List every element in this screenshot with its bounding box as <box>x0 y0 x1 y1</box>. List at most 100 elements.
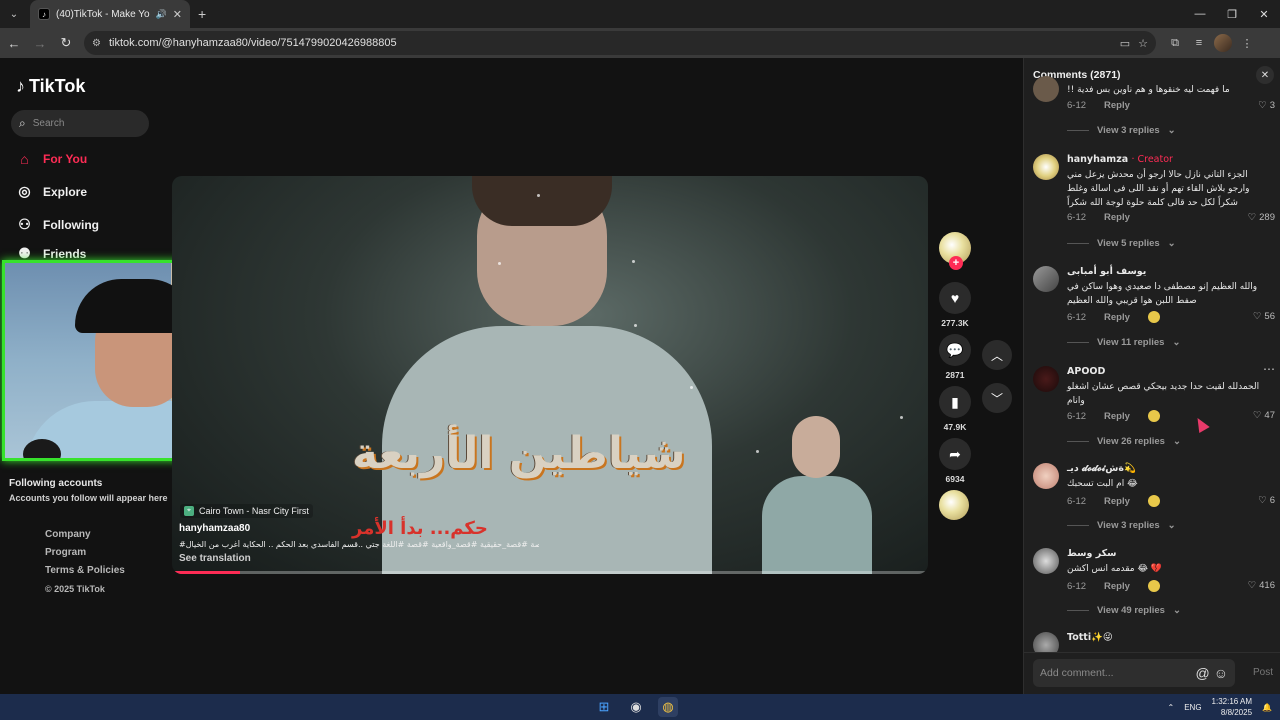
following-accounts-title: Following accounts <box>9 478 103 489</box>
view-replies-button[interactable]: View 3 replies ⌄ <box>1067 125 1176 136</box>
video-author[interactable]: hanyhamzaa80 <box>179 523 250 534</box>
url-text[interactable]: tiktok.com/@hanyhamzaa80/video/751479902… <box>109 37 1112 49</box>
nav-item-explore[interactable]: ◎ Explore <box>16 183 87 200</box>
minimize-button[interactable]: — <box>1184 0 1216 28</box>
obs-icon[interactable]: ◉ <box>626 697 646 717</box>
comment-author[interactable]: يوسف أبو أمبابى <box>1067 266 1146 277</box>
comment-meta: 6-12 Reply <box>1067 100 1130 111</box>
reload-button[interactable]: ↻ <box>54 31 78 55</box>
like-button[interactable]: ♥ <box>939 282 971 314</box>
comment-like-count: 416 <box>1259 580 1275 591</box>
sound-disc-avatar[interactable] <box>939 490 969 520</box>
tab-close-icon[interactable]: ✕ <box>173 8 182 21</box>
footer-link-program[interactable]: Program <box>45 544 125 562</box>
nav-item-for-you[interactable]: ⌂ For You <box>16 151 87 167</box>
chrome-icon[interactable]: ◍ <box>658 697 678 717</box>
comment-like-count: 47 <box>1264 410 1275 421</box>
video-progress-bar[interactable] <box>172 571 928 574</box>
footer-link-company[interactable]: Company <box>45 526 125 544</box>
save-button[interactable]: ▮ <box>939 386 971 418</box>
close-comments-button[interactable]: ✕ <box>1256 66 1274 84</box>
search-input[interactable]: ⌕ Search <box>11 110 149 137</box>
view-replies-label: View 11 replies <box>1097 337 1165 348</box>
follow-plus-icon[interactable]: + <box>949 256 963 270</box>
previous-video-button[interactable]: ︿ <box>982 340 1012 370</box>
restore-button[interactable]: ❐ <box>1216 0 1248 28</box>
language-indicator[interactable]: ENG <box>1184 703 1201 712</box>
comment-text: مقدمه انس اكشن 😂 💔 <box>1067 564 1163 574</box>
comment-author[interactable]: Totti✨😜 <box>1067 632 1113 643</box>
comment-like-button[interactable]: ♡ 416 <box>1248 580 1275 591</box>
reply-button[interactable]: Reply <box>1104 496 1130 507</box>
nav-item-label: Explore <box>43 184 88 199</box>
mention-icon[interactable]: @ <box>1195 665 1209 681</box>
more-options-icon[interactable]: ⋯ <box>1263 362 1275 376</box>
footer-link-terms[interactable]: Terms & Policies <box>45 562 125 580</box>
comment-author[interactable]: ديـ 𝓭𝓸𝓭𝓸𝓲ةش💫 <box>1067 463 1136 474</box>
avatar[interactable] <box>1033 463 1059 489</box>
speaker-icon[interactable]: 🔊 <box>156 9 167 20</box>
profile-avatar[interactable] <box>1214 34 1232 52</box>
video-overlay-title: شياطين الأربعة <box>352 428 686 479</box>
view-replies-label: View 3 replies <box>1097 520 1160 531</box>
nav-item-following[interactable]: ⚇ Following <box>16 216 99 233</box>
comment-count: 2871 <box>945 370 965 380</box>
comment-like-button[interactable]: ♡ 56 <box>1253 311 1275 322</box>
clock[interactable]: 1:32:16 AM 8/8/2025 <box>1212 696 1252 718</box>
reply-button[interactable]: Reply <box>1104 411 1130 422</box>
comment-button[interactable]: 💬 <box>939 334 971 366</box>
avatar[interactable] <box>1033 366 1059 392</box>
share-button[interactable]: ➦ <box>939 438 971 470</box>
comment-author[interactable]: APOOD <box>1067 366 1105 377</box>
comment-text: الجزء التاني نازل حالا ارجو أن محدش يزعل… <box>1067 170 1250 208</box>
forward-button[interactable]: → <box>28 31 52 55</box>
emoji-icon[interactable]: ☺ <box>1214 665 1228 681</box>
tab-search-button[interactable]: ⌄ <box>4 4 24 24</box>
comment-like-button[interactable]: ♡ 289 <box>1248 212 1275 223</box>
reply-button[interactable]: Reply <box>1104 212 1130 223</box>
creator-avatar[interactable]: + <box>939 232 971 270</box>
comment-author[interactable]: hanyhamza · Creator <box>1067 154 1173 165</box>
view-replies-button[interactable]: View 3 replies ⌄ <box>1067 520 1176 531</box>
comments-panel: Comments (2871) ✕ !! ما فهمت ليه خنقوها … <box>1023 58 1280 694</box>
location-tag[interactable]: ⌖ Cairo Town - Nasr City First <box>180 504 313 518</box>
comment-like-button[interactable]: ♡ 6 <box>1258 495 1275 506</box>
view-replies-button[interactable]: View 5 replies ⌄ <box>1067 238 1176 249</box>
comment-like-button[interactable]: ♡ 47 <box>1253 410 1275 421</box>
browser-tab[interactable]: ♪ (40)TikTok - Make Your Day 🔊 ✕ <box>30 0 190 28</box>
view-replies-button[interactable]: View 49 replies ⌄ <box>1067 605 1181 616</box>
avatar[interactable] <box>1033 154 1059 180</box>
next-video-button[interactable]: ﹀ <box>982 383 1012 413</box>
close-window-button[interactable]: ✕ <box>1248 0 1280 28</box>
avatar[interactable] <box>1033 266 1059 292</box>
avatar[interactable] <box>1033 76 1059 102</box>
new-tab-button[interactable]: + <box>198 6 206 22</box>
view-replies-button[interactable]: View 11 replies ⌄ <box>1067 337 1180 348</box>
reply-button[interactable]: Reply <box>1104 581 1130 592</box>
tiktok-logo[interactable]: ♪ TikTok <box>16 76 85 97</box>
location-text: Cairo Town - Nasr City First <box>199 506 309 516</box>
view-replies-button[interactable]: View 26 replies ⌄ <box>1067 436 1181 447</box>
site-info-icon[interactable]: ⚙ <box>92 38 101 49</box>
share-count: 6934 <box>945 474 965 484</box>
tray-chevron-icon[interactable]: ⌃ <box>1168 703 1175 712</box>
bookmark-star-icon[interactable]: ☆ <box>1138 37 1148 50</box>
comment-author[interactable]: سكر وسط <box>1067 548 1117 559</box>
comment-like-count: 6 <box>1269 495 1275 506</box>
avatar[interactable] <box>1033 548 1059 574</box>
address-bar[interactable]: ⚙ tiktok.com/@hanyhamzaa80/video/7514799… <box>84 31 1156 55</box>
reading-list-icon[interactable]: ≡ <box>1190 34 1208 52</box>
browser-menu-icon[interactable]: ⋮ <box>1238 34 1256 52</box>
windows-start-icon[interactable]: ⊞ <box>594 697 614 717</box>
back-button[interactable]: ← <box>2 31 26 55</box>
notification-bell-icon[interactable]: 🔔 <box>1262 703 1272 712</box>
video-player[interactable]: شياطين الأربعة حكم... بدأ الأمر ⌖ Cairo … <box>172 176 928 574</box>
comment-like-button[interactable]: ♡ 3 <box>1258 100 1275 111</box>
see-translation-link[interactable]: See translation <box>179 553 251 564</box>
post-button[interactable]: Post <box>1253 667 1273 678</box>
add-comment-input[interactable]: Add comment... @ ☺ <box>1033 659 1235 687</box>
reply-button[interactable]: Reply <box>1104 100 1130 111</box>
extensions-icon[interactable]: ⧉ <box>1166 34 1184 52</box>
cast-icon[interactable]: ▭ <box>1120 37 1130 50</box>
reply-button[interactable]: Reply <box>1104 312 1130 323</box>
